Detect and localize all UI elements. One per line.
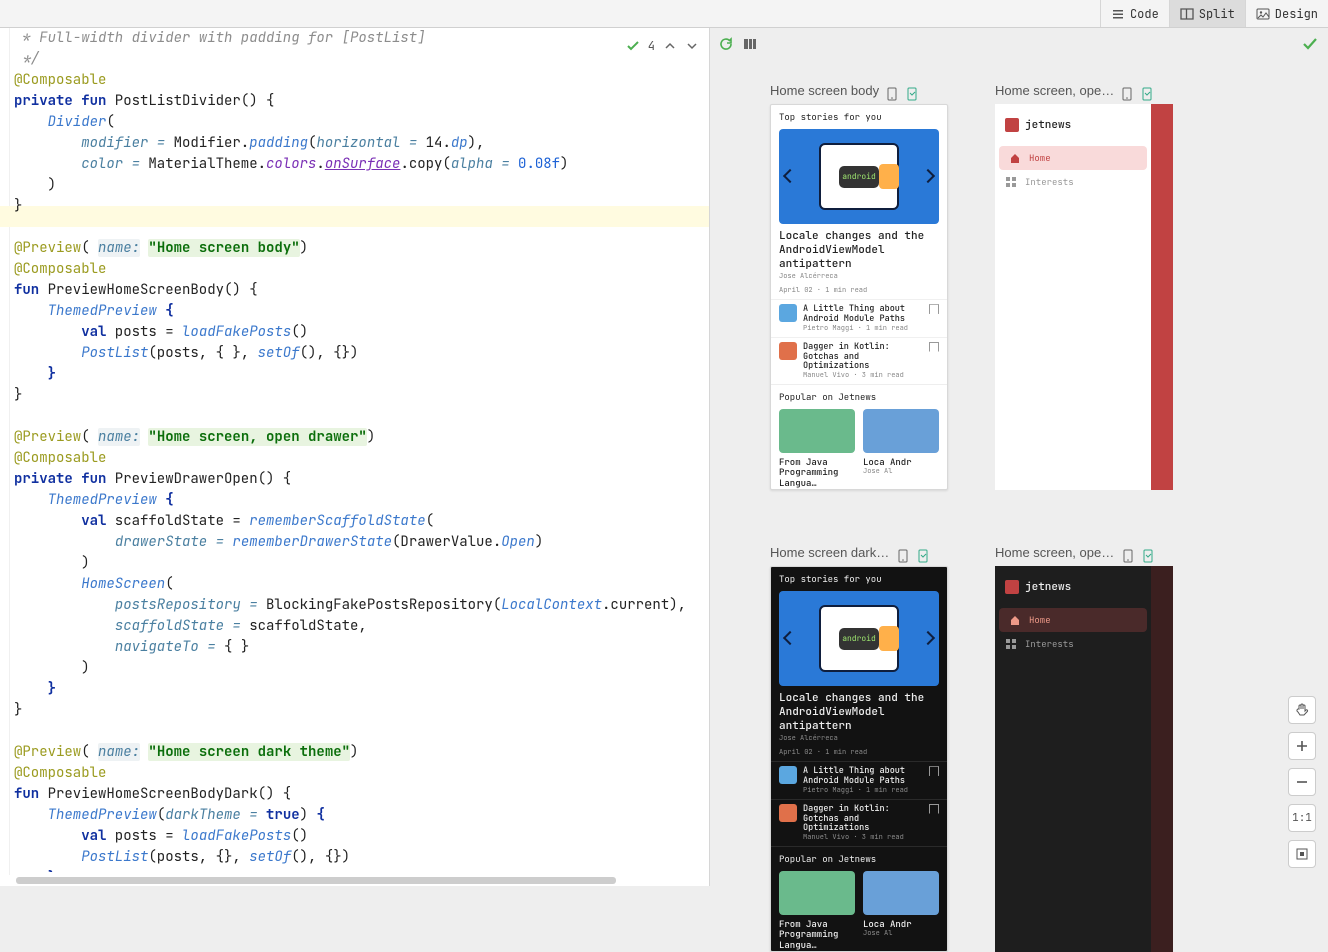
- editor-pane[interactable]: * Full-width divider with padding for [P…: [0, 28, 710, 886]
- zoom-in-button[interactable]: [1288, 732, 1316, 760]
- deploy-icon[interactable]: [885, 87, 899, 101]
- code-area[interactable]: * Full-width divider with padding for [P…: [14, 28, 709, 872]
- preview-grid: Home screen body Top stories for you and…: [770, 83, 1280, 886]
- view-code-tab[interactable]: Code: [1100, 0, 1169, 27]
- interactive-icon[interactable]: [1140, 87, 1154, 101]
- zoom-out-button[interactable]: [1288, 768, 1316, 796]
- scroll-thumb[interactable]: [16, 877, 616, 884]
- preview-home-screen-body[interactable]: Home screen body Top stories for you and…: [770, 83, 970, 490]
- zoom-controls: 1:1: [1288, 696, 1316, 868]
- horizontal-scrollbar[interactable]: [8, 875, 703, 886]
- interactive-icon[interactable]: [905, 87, 919, 101]
- minus-icon: [1295, 775, 1309, 789]
- pan-button[interactable]: [1288, 696, 1316, 724]
- preview-home-screen-ope-[interactable]: Home screen, ope… jetnews Home Interests: [995, 83, 1195, 490]
- interactive-icon[interactable]: [916, 549, 930, 563]
- image-icon: [1256, 7, 1270, 21]
- preview-toolbar: [718, 36, 758, 52]
- hand-icon: [1295, 703, 1309, 717]
- view-split-label: Split: [1199, 6, 1235, 22]
- check-icon: [1302, 36, 1318, 52]
- editor-gutter: [0, 28, 10, 886]
- deploy-icon[interactable]: [1120, 87, 1134, 101]
- deploy-icon[interactable]: [896, 549, 910, 563]
- preview-home-screen-open-drawer-dar-[interactable]: Home screen, open drawer dar… jetnews Ho…: [995, 545, 1195, 952]
- preview-pane: Home screen body Top stories for you and…: [710, 28, 1328, 886]
- plus-icon: [1295, 739, 1309, 753]
- view-design-label: Design: [1275, 6, 1318, 22]
- zoom-fit-button[interactable]: [1288, 840, 1316, 868]
- preview-home-screen-dark-[interactable]: Home screen dark … Top stories for you a…: [770, 545, 970, 952]
- zoom-reset-label: 1:1: [1292, 811, 1312, 825]
- refresh-icon[interactable]: [718, 36, 734, 52]
- interactive-icon[interactable]: [1141, 549, 1155, 563]
- split-icon: [1180, 7, 1194, 21]
- preview-status: [1302, 36, 1318, 57]
- view-code-label: Code: [1130, 6, 1159, 22]
- surface-options-icon[interactable]: [742, 36, 758, 52]
- zoom-reset-button[interactable]: 1:1: [1288, 804, 1316, 832]
- list-icon: [1111, 7, 1125, 21]
- view-mode-bar: Code Split Design: [0, 0, 1328, 28]
- view-design-tab[interactable]: Design: [1245, 0, 1328, 27]
- deploy-icon[interactable]: [1121, 549, 1135, 563]
- fit-icon: [1295, 847, 1309, 861]
- view-split-tab[interactable]: Split: [1169, 0, 1245, 27]
